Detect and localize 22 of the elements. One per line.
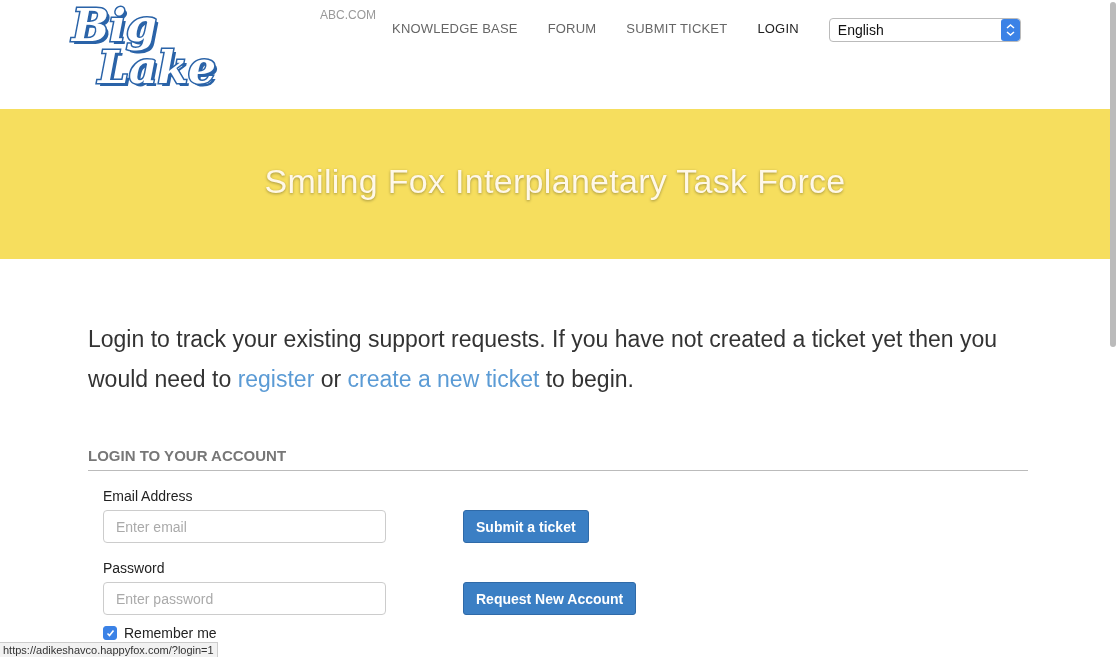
site-link[interactable]: ABC.COM	[320, 8, 376, 22]
nav-link[interactable]: SUBMIT TICKET	[626, 21, 728, 36]
nav-link[interactable]: KNOWLEDGE BASE	[392, 21, 518, 36]
language-select[interactable]: English	[828, 18, 1021, 42]
text-link[interactable]: register	[237, 366, 315, 392]
input-field[interactable]: Enter password	[103, 582, 386, 615]
field-label: Email Address	[103, 488, 194, 504]
checkbox-label: Remember me	[124, 625, 217, 641]
action-button[interactable]: Request New Account	[463, 582, 637, 615]
banner-title: Smiling Fox Interplanetary Task Force	[264, 161, 846, 201]
nav-link[interactable]: FORUM	[547, 21, 597, 36]
nav-link[interactable]: LOGIN	[757, 21, 799, 36]
dropdown-arrows-icon	[1000, 19, 1020, 41]
field-label: Password	[103, 560, 166, 576]
section-heading: LOGIN TO YOUR ACCOUNT	[88, 447, 1028, 471]
action-button[interactable]: Submit a ticket	[463, 510, 589, 543]
input-field[interactable]: Enter email	[103, 510, 386, 543]
url-tooltip: https://adikeshavco.happyfox.com/?login=1	[0, 642, 218, 657]
check-icon	[105, 628, 115, 638]
text-link[interactable]: create a new ticket	[347, 366, 540, 392]
intro-text: Login to track your existing support requests. If you have not created a ticket yet then you would need to register or create a new ticket to begin.	[88, 325, 999, 394]
checkbox[interactable]	[103, 626, 117, 640]
